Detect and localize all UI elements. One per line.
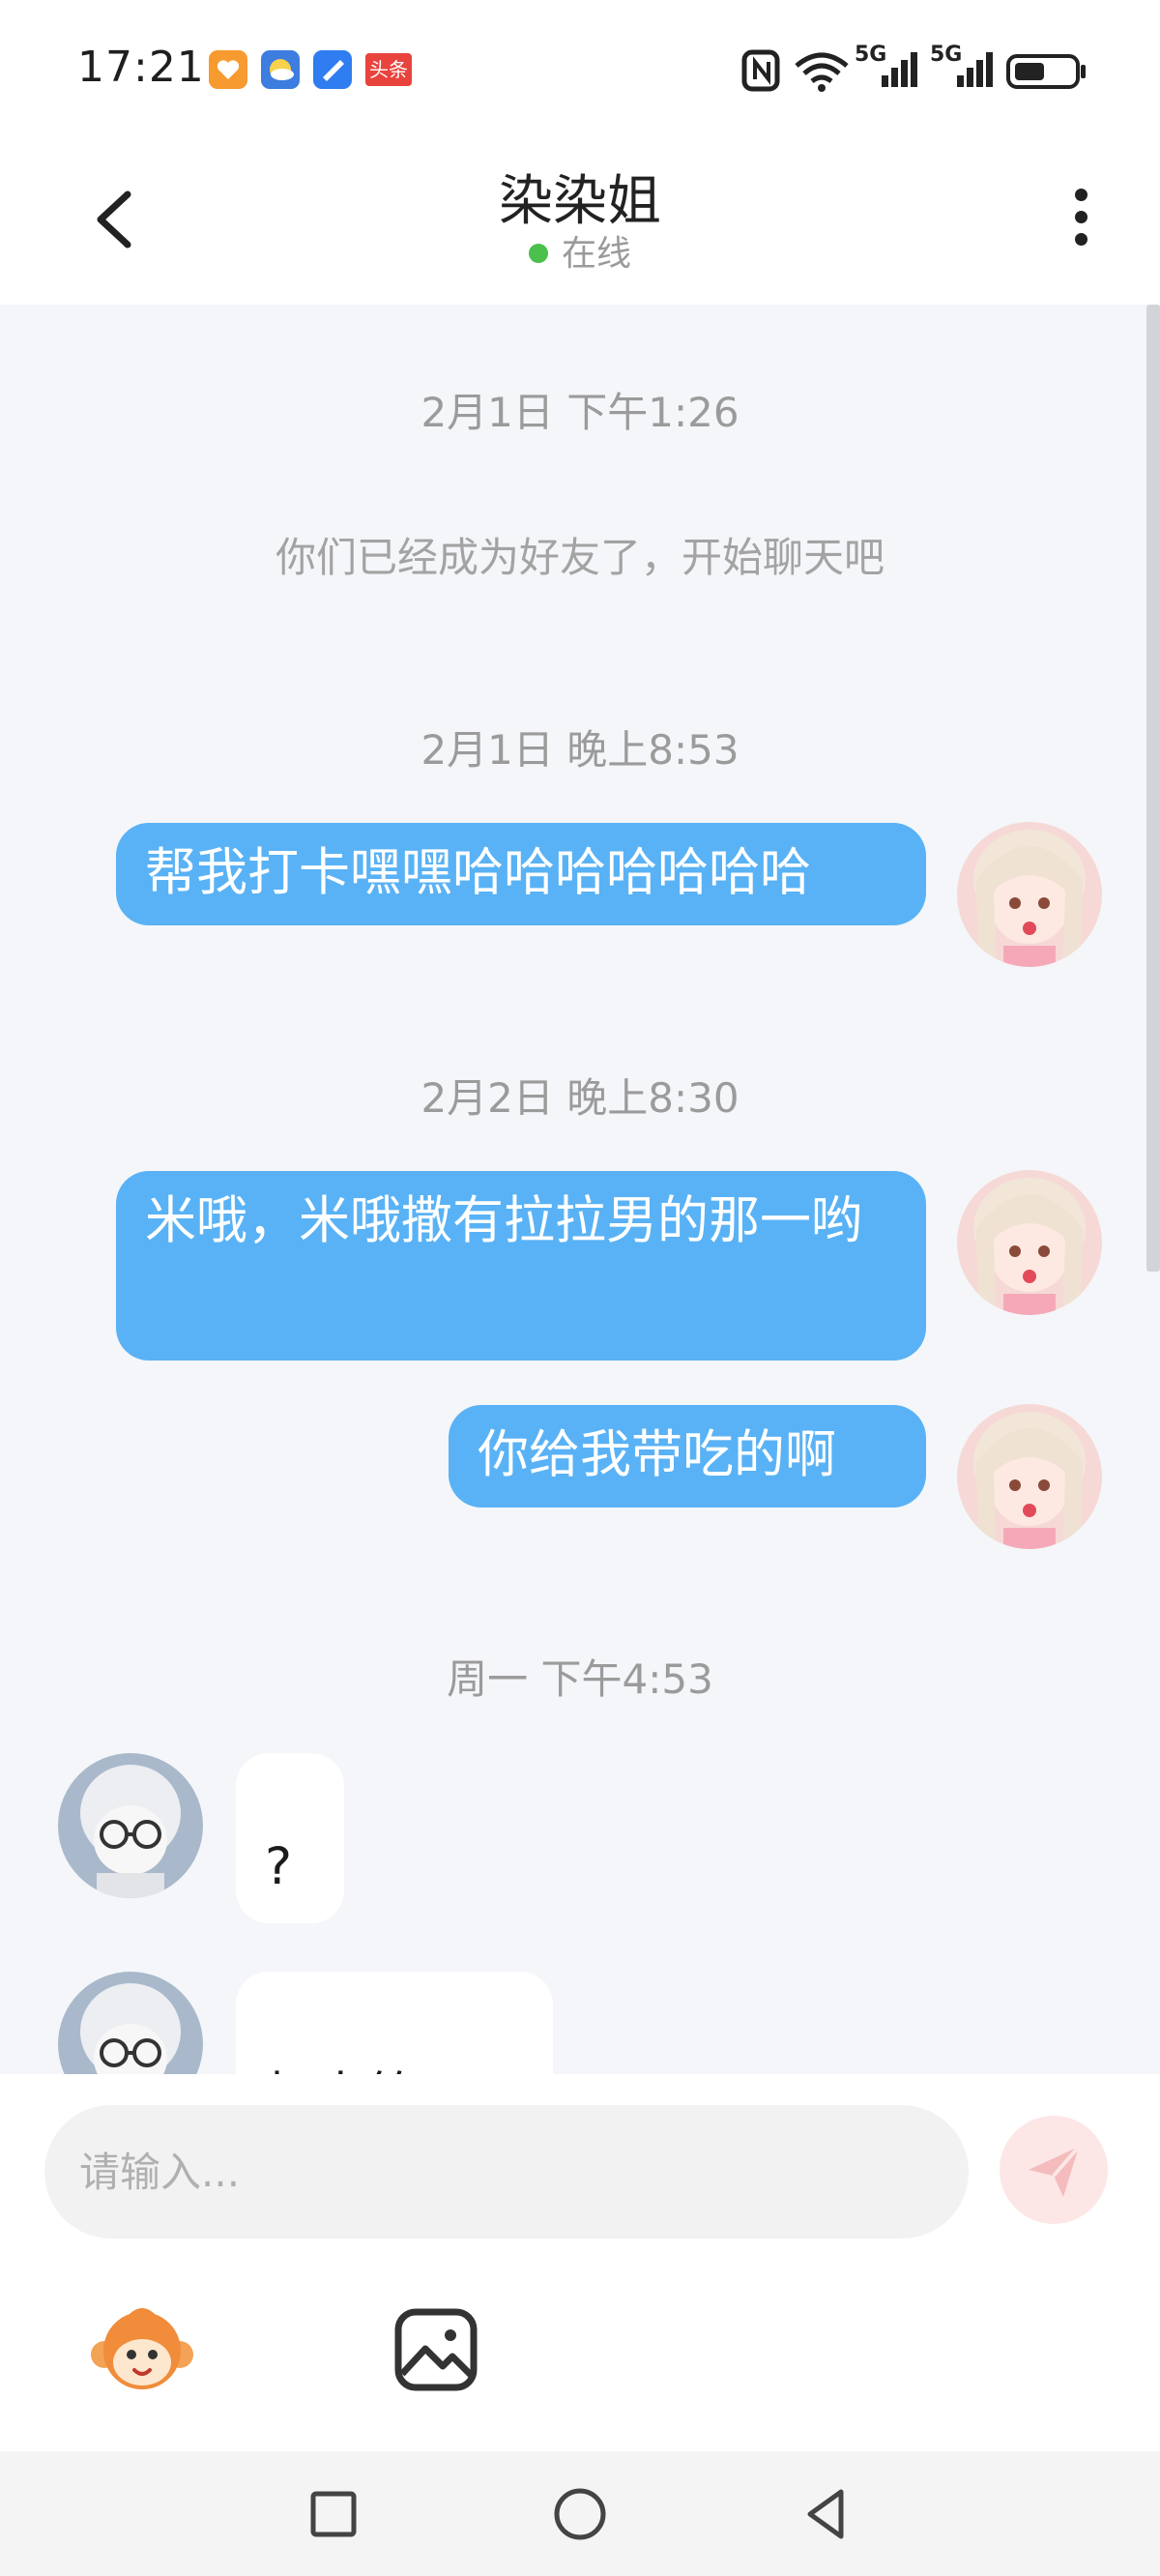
chat-scrollbar[interactable] xyxy=(1146,305,1160,1272)
cellular-signal-icon-1: 5G xyxy=(855,43,922,95)
my-avatar[interactable] xyxy=(957,1404,1102,1549)
more-dot xyxy=(1074,233,1088,246)
contact-avatar[interactable] xyxy=(58,1972,203,2074)
toutiao-app-icon: 头条 xyxy=(365,53,412,86)
app-notification-icon-orange xyxy=(209,50,247,89)
message-timestamp: 周一 下午4:53 xyxy=(447,1655,713,1703)
outgoing-message-bubble[interactable]: 帮我打卡嘿嘿哈哈哈哈哈哈哈 xyxy=(116,823,926,925)
more-dot xyxy=(1074,211,1088,223)
battery-icon xyxy=(1005,46,1088,95)
outgoing-message-bubble[interactable]: 米哦，米哦撒有拉拉男的那一哟 xyxy=(116,1171,926,1361)
app-notification-icon-weather xyxy=(261,50,300,89)
system-message: 你们已经成为好友了，开始聊天吧 xyxy=(275,534,884,581)
send-button[interactable] xyxy=(1000,2116,1108,2224)
my-avatar[interactable] xyxy=(957,822,1102,967)
home-button[interactable] xyxy=(546,2480,614,2548)
incoming-message-bubble[interactable]: 打卡第1天 xyxy=(236,1972,553,2074)
outgoing-message-bubble[interactable]: 你给我带吃的啊 xyxy=(449,1405,926,1508)
my-avatar[interactable] xyxy=(957,1170,1102,1315)
wifi-icon xyxy=(793,46,851,95)
online-status-text: 在线 xyxy=(561,234,631,274)
image-icon xyxy=(394,2308,478,2391)
cellular-signal-icon-2: 5G xyxy=(930,43,998,95)
composer-panel xyxy=(0,2074,1160,2451)
back-nav-button[interactable] xyxy=(793,2480,860,2548)
contact-name: 染染姐 xyxy=(499,170,661,233)
app-notification-icon-blue xyxy=(313,50,352,89)
online-dot xyxy=(528,244,548,263)
image-picker-button[interactable] xyxy=(383,2297,489,2403)
recent-apps-button[interactable] xyxy=(300,2480,367,2548)
triangle-back-icon xyxy=(807,2489,844,2539)
status-time: 17:21 xyxy=(77,43,205,92)
message-input[interactable] xyxy=(44,2105,969,2239)
circle-icon xyxy=(554,2488,606,2540)
contact-avatar[interactable] xyxy=(58,1753,203,1898)
message-timestamp: 2月2日 晚上8:30 xyxy=(420,1074,740,1122)
toutiao-badge-text: 头条 xyxy=(369,58,408,81)
system-navigation-bar xyxy=(0,2451,1160,2576)
incoming-message-bubble[interactable]: ? xyxy=(236,1753,344,1923)
message-timestamp: 2月1日 下午1:26 xyxy=(420,389,740,436)
status-bar: 17:21 头条 5G 5G xyxy=(0,0,1160,140)
nfc-icon xyxy=(740,46,783,95)
paper-plane-icon xyxy=(1029,2145,1081,2197)
message-timestamp: 2月1日 晚上8:53 xyxy=(420,726,740,774)
chat-header: 染染姐 在线 xyxy=(0,140,1160,305)
more-options-button[interactable] xyxy=(1054,179,1108,266)
chat-messages[interactable]: 2月1日 下午1:26 你们已经成为好友了，开始聊天吧 2月1日 晚上8:53 … xyxy=(0,305,1160,2074)
square-icon xyxy=(310,2491,357,2537)
online-status: 在线 xyxy=(0,225,1160,276)
emoji-button[interactable] xyxy=(89,2297,195,2403)
more-dot xyxy=(1074,189,1088,201)
monkey-emoji-icon xyxy=(91,2308,193,2389)
